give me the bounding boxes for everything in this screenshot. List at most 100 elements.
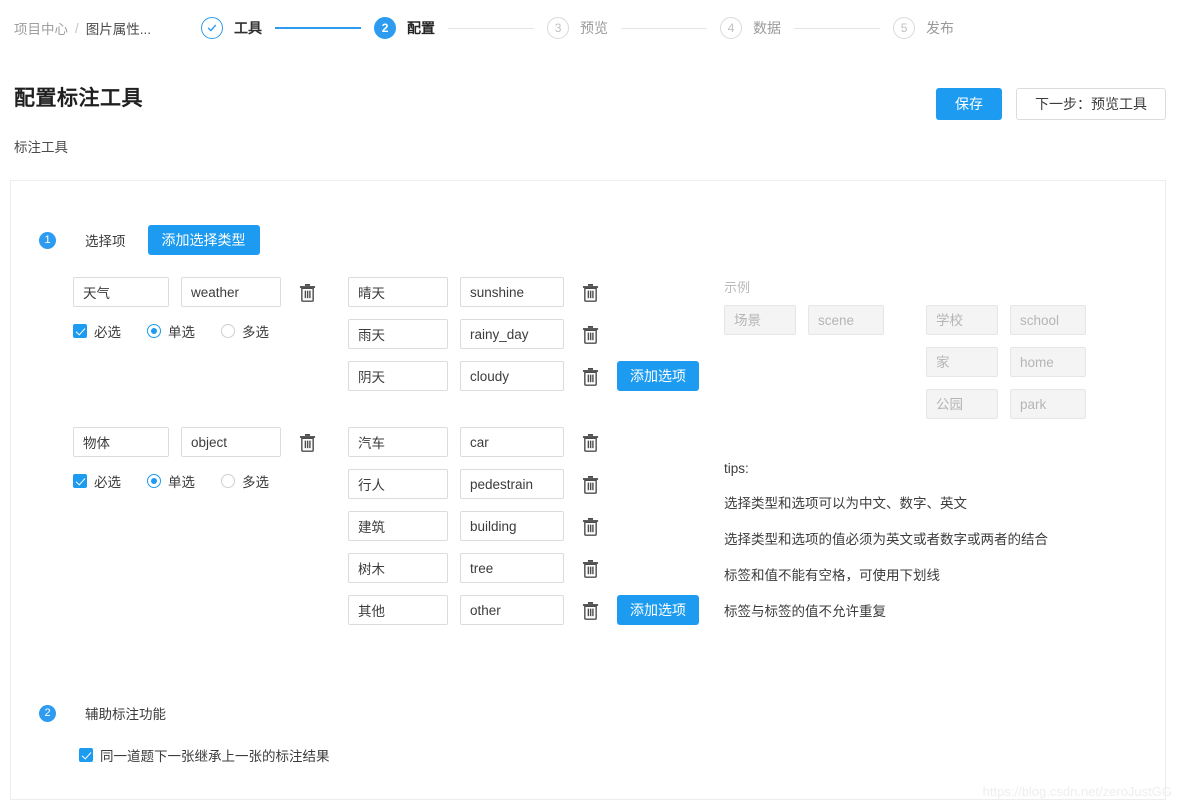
group-name-en-input-weather[interactable] bbox=[181, 277, 281, 307]
section-2-title: 辅助标注功能 bbox=[85, 707, 166, 722]
step-publish[interactable]: 5 发布 bbox=[893, 17, 954, 39]
step-connector-3 bbox=[621, 27, 708, 29]
step-check-icon bbox=[201, 17, 224, 39]
multi-select-radio-object[interactable]: 多选 bbox=[221, 471, 269, 491]
option-en-input[interactable] bbox=[460, 511, 564, 541]
step-data[interactable]: 4 数据 bbox=[720, 17, 781, 39]
tip-item: 选择类型和选项可以为中文、数字、英文 bbox=[724, 496, 967, 511]
config-body: 必选 单选 多选 bbox=[11, 255, 1165, 661]
label-group-object-controls: 必选 单选 多选 bbox=[73, 471, 348, 491]
next-preview-tool-button[interactable]: 下一步：预览工具 bbox=[1016, 88, 1166, 120]
options-object: 添加选项 bbox=[348, 427, 716, 637]
tips-panel: tips: 选择类型和选项可以为中文、数字、英文 选择类型和选项的值必须为英文或… bbox=[724, 461, 1116, 620]
add-select-type-button[interactable]: 添加选择类型 bbox=[147, 225, 260, 255]
required-checkbox-weather[interactable]: 必选 bbox=[73, 321, 121, 341]
example-grid: 场景 scene 学校 school 家 home 公园 park bbox=[724, 305, 1116, 431]
delete-option-icon[interactable] bbox=[582, 325, 599, 344]
step-connector-4 bbox=[794, 27, 881, 29]
required-checkbox-object[interactable]: 必选 bbox=[73, 471, 121, 491]
checkbox-icon bbox=[73, 474, 87, 488]
step-preview[interactable]: 3 预览 bbox=[547, 17, 608, 39]
option-cn-input[interactable] bbox=[348, 511, 448, 541]
section-选择项-header: 1 选择项 添加选择类型 bbox=[11, 181, 1165, 255]
example-cn-field: 场景 bbox=[724, 305, 796, 335]
option-cn-input[interactable] bbox=[348, 277, 448, 307]
option-row: 添加选项 bbox=[348, 361, 716, 391]
label-group-object-name-row bbox=[73, 427, 348, 457]
add-option-button-weather[interactable]: 添加选项 bbox=[617, 361, 699, 391]
save-button[interactable]: 保存 bbox=[936, 88, 1002, 120]
stepper: 工具 2 配置 3 预览 4 数据 5 发布 bbox=[201, 17, 1166, 39]
single-label-weather: 单选 bbox=[168, 325, 195, 340]
option-row bbox=[348, 277, 716, 307]
example-spacer bbox=[724, 347, 884, 389]
checkbox-icon bbox=[79, 748, 93, 762]
example-row: 公园 park bbox=[926, 389, 1086, 419]
multi-label-object: 多选 bbox=[242, 475, 269, 490]
option-cn-input[interactable] bbox=[348, 595, 448, 625]
option-row bbox=[348, 427, 716, 457]
option-row bbox=[348, 319, 716, 349]
breadcrumb-item-project-center[interactable]: 项目中心 bbox=[14, 18, 68, 38]
multi-select-radio-weather[interactable]: 多选 bbox=[221, 321, 269, 341]
breadcrumb-item-current[interactable]: 图片属性... bbox=[86, 18, 151, 38]
inherit-annotation-label: 同一道题下一张继承上一张的标注结果 bbox=[100, 749, 330, 764]
label-group-weather-controls: 必选 单选 多选 bbox=[73, 321, 348, 341]
multi-label-weather: 多选 bbox=[242, 325, 269, 340]
single-select-radio-object[interactable]: 单选 bbox=[147, 471, 195, 491]
option-en-input[interactable] bbox=[460, 361, 564, 391]
group-name-en-input-object[interactable] bbox=[181, 427, 281, 457]
option-en-input[interactable] bbox=[460, 319, 564, 349]
inherit-annotation-row[interactable]: 同一道题下一张继承上一张的标注结果 bbox=[11, 723, 1165, 765]
option-cn-input[interactable] bbox=[348, 553, 448, 583]
option-cn-input[interactable] bbox=[348, 361, 448, 391]
option-cn-input[interactable] bbox=[348, 427, 448, 457]
group-name-cn-input-weather[interactable] bbox=[73, 277, 169, 307]
step-label-tool: 工具 bbox=[234, 20, 263, 36]
step-label-data: 数据 bbox=[753, 20, 782, 36]
option-row: 添加选项 bbox=[348, 595, 716, 625]
step-tool[interactable]: 工具 bbox=[201, 17, 262, 39]
config-card: 1 选择项 添加选择类型 天气 weather 必选 单选 多选 晴天 suns… bbox=[10, 180, 1166, 800]
option-en-input[interactable] bbox=[460, 553, 564, 583]
delete-option-icon[interactable] bbox=[582, 559, 599, 578]
option-en-input[interactable] bbox=[460, 469, 564, 499]
example-en-field: home bbox=[1010, 347, 1086, 377]
section-2-header: 2 辅助标注功能 bbox=[11, 703, 1165, 723]
delete-option-icon[interactable] bbox=[582, 367, 599, 386]
example-row: 学校 school bbox=[926, 305, 1086, 335]
option-row bbox=[348, 511, 716, 541]
tip-item: 标签与标签的值不允许重复 bbox=[724, 604, 886, 619]
add-option-button-object[interactable]: 添加选项 bbox=[617, 595, 699, 625]
label-group-object: 必选 单选 多选 bbox=[73, 427, 716, 637]
option-cn-input[interactable] bbox=[348, 319, 448, 349]
delete-option-icon[interactable] bbox=[582, 601, 599, 620]
delete-group-icon-object[interactable] bbox=[299, 433, 316, 452]
single-label-object: 单选 bbox=[168, 475, 195, 490]
group-name-cn-input-object[interactable] bbox=[73, 427, 169, 457]
delete-group-icon-weather[interactable] bbox=[299, 283, 316, 302]
delete-option-icon[interactable] bbox=[582, 475, 599, 494]
delete-option-icon[interactable] bbox=[582, 517, 599, 536]
breadcrumb: 项目中心 / 图片属性... bbox=[14, 18, 151, 38]
step-number-badge-3: 3 bbox=[547, 17, 570, 39]
option-en-input[interactable] bbox=[460, 427, 564, 457]
delete-option-icon[interactable] bbox=[582, 433, 599, 452]
option-en-input[interactable] bbox=[460, 595, 564, 625]
step-connector-2 bbox=[448, 27, 535, 29]
option-cn-input[interactable] bbox=[348, 469, 448, 499]
example-cn-field: 公园 bbox=[926, 389, 998, 419]
delete-option-icon[interactable] bbox=[582, 283, 599, 302]
page-subtitle: 标注工具 bbox=[14, 140, 68, 155]
example-cn-field: 学校 bbox=[926, 305, 998, 335]
required-label-weather: 必选 bbox=[94, 325, 121, 340]
example-spacer bbox=[724, 389, 884, 431]
label-group-weather-meta: 必选 单选 多选 bbox=[73, 277, 348, 341]
step-config[interactable]: 2 配置 bbox=[374, 17, 435, 39]
step-label-config: 配置 bbox=[407, 20, 436, 36]
label-group-weather-name-row bbox=[73, 277, 348, 307]
single-select-radio-weather[interactable]: 单选 bbox=[147, 321, 195, 341]
example-cn-field: 家 bbox=[926, 347, 998, 377]
option-en-input[interactable] bbox=[460, 277, 564, 307]
section-辅助标注功能: 2 辅助标注功能 同一道题下一张继承上一张的标注结果 bbox=[11, 703, 1165, 765]
